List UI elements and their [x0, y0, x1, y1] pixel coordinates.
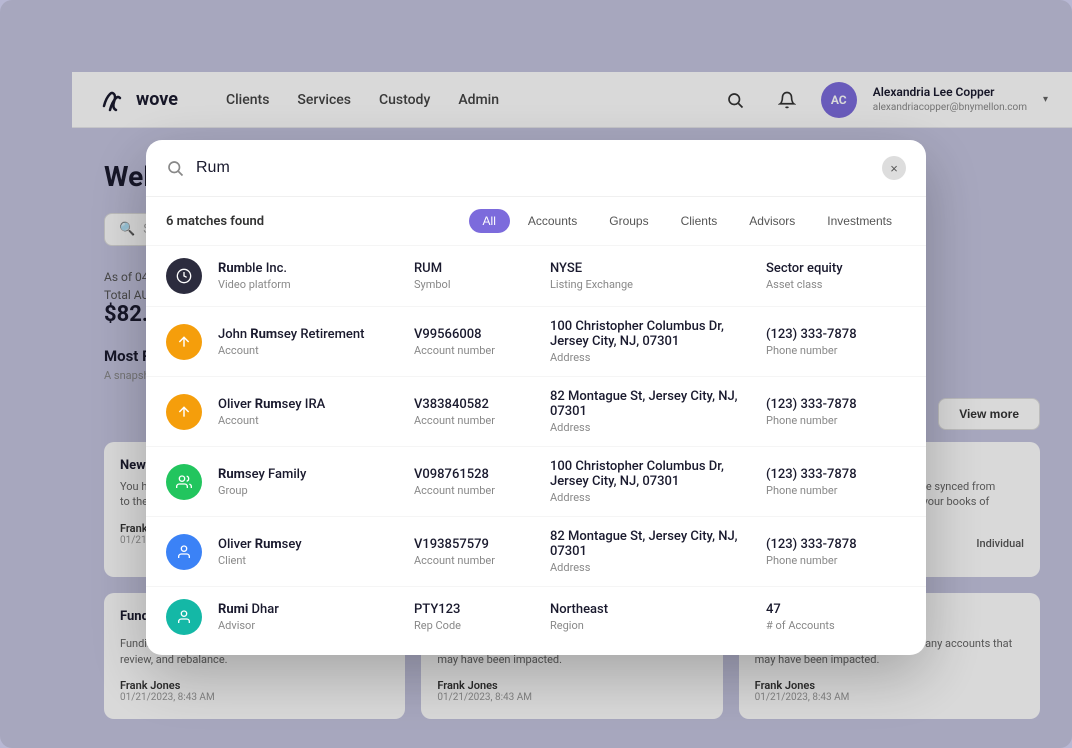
result-main-1: John Rumsey Retirement Account [218, 327, 398, 357]
result-main-2: Oliver Rumsey IRA Account [218, 397, 398, 427]
filter-tab-investments[interactable]: Investments [813, 209, 906, 233]
result-col2-1: 100 Christopher Columbus Dr, Jersey City… [550, 319, 750, 364]
result-type-3: Group [218, 484, 398, 497]
filter-tab-advisors[interactable]: Advisors [735, 209, 809, 233]
search-modal: × 6 matches found All Accounts Groups Cl… [146, 140, 926, 655]
result-type-2: Account [218, 414, 398, 427]
result-main-0: Rumble Inc. Video platform [218, 261, 398, 291]
result-col3-0: Sector equity Asset class [766, 261, 906, 291]
search-modal-input[interactable] [196, 159, 870, 177]
result-row-4[interactable]: Oliver Rumsey Client V193857579 Account … [146, 516, 926, 586]
result-name-1: John Rumsey Retirement [218, 327, 398, 342]
filter-tab-all[interactable]: All [469, 209, 510, 233]
result-icon-5 [166, 599, 202, 635]
result-col3-3: (123) 333-7878 Phone number [766, 467, 906, 497]
filter-tab-accounts[interactable]: Accounts [514, 209, 591, 233]
modal-search-icon [166, 159, 184, 177]
result-col1-0: RUM Symbol [414, 261, 534, 291]
result-col3-2: (123) 333-7878 Phone number [766, 397, 906, 427]
result-name-3: Rumsey Family [218, 467, 398, 482]
filter-tab-groups[interactable]: Groups [595, 209, 662, 233]
result-row-3[interactable]: Rumsey Family Group V098761528 Account n… [146, 446, 926, 516]
result-icon-0 [166, 258, 202, 294]
result-row-1[interactable]: John Rumsey Retirement Account V99566008… [146, 306, 926, 376]
result-name-5: Rumi Dhar [218, 602, 398, 617]
matches-count: 6 matches found [166, 214, 461, 229]
result-col3-1: (123) 333-7878 Phone number [766, 327, 906, 357]
result-col1-5: PTY123 Rep Code [414, 602, 534, 632]
results-list: Rumble Inc. Video platform RUM Symbol NY… [146, 245, 926, 655]
result-col1-2: V383840582 Account number [414, 397, 534, 427]
result-type-1: Account [218, 344, 398, 357]
result-col2-5: Northeast Region [550, 602, 750, 632]
result-col1-4: V193857579 Account number [414, 537, 534, 567]
result-row-5[interactable]: Rumi Dhar Advisor PTY123 Rep Code Northe… [146, 586, 926, 647]
result-type-0: Video platform [218, 278, 398, 291]
result-name-2: Oliver Rumsey IRA [218, 397, 398, 412]
result-col2-4: 82 Montague St, Jersey City, NJ, 07301 A… [550, 529, 750, 574]
result-col1-1: V99566008 Account number [414, 327, 534, 357]
result-type-5: Advisor [218, 619, 398, 632]
result-type-4: Client [218, 554, 398, 567]
result-col2-2: 82 Montague St, Jersey City, NJ, 07301 A… [550, 389, 750, 434]
filter-tab-clients[interactable]: Clients [667, 209, 732, 233]
result-icon-3 [166, 464, 202, 500]
result-icon-1 [166, 324, 202, 360]
result-col2-0: NYSE Listing Exchange [550, 261, 750, 291]
result-main-3: Rumsey Family Group [218, 467, 398, 497]
result-col3-4: (123) 333-7878 Phone number [766, 537, 906, 567]
search-modal-header: × [146, 140, 926, 197]
result-col3-5: 47 # of Accounts [766, 602, 906, 632]
result-name-0: Rumble Inc. [218, 261, 398, 276]
search-clear-button[interactable]: × [882, 156, 906, 180]
result-col2-3: 100 Christopher Columbus Dr, Jersey City… [550, 459, 750, 504]
result-icon-4 [166, 534, 202, 570]
result-icon-2 [166, 394, 202, 430]
result-name-4: Oliver Rumsey [218, 537, 398, 552]
result-row-2[interactable]: Oliver Rumsey IRA Account V383840582 Acc… [146, 376, 926, 446]
result-main-4: Oliver Rumsey Client [218, 537, 398, 567]
result-main-5: Rumi Dhar Advisor [218, 602, 398, 632]
result-col1-3: V098761528 Account number [414, 467, 534, 497]
search-results-header: 6 matches found All Accounts Groups Clie… [146, 197, 926, 245]
result-row-0[interactable]: Rumble Inc. Video platform RUM Symbol NY… [146, 245, 926, 306]
filter-tabs: All Accounts Groups Clients Advisors Inv… [469, 209, 906, 233]
